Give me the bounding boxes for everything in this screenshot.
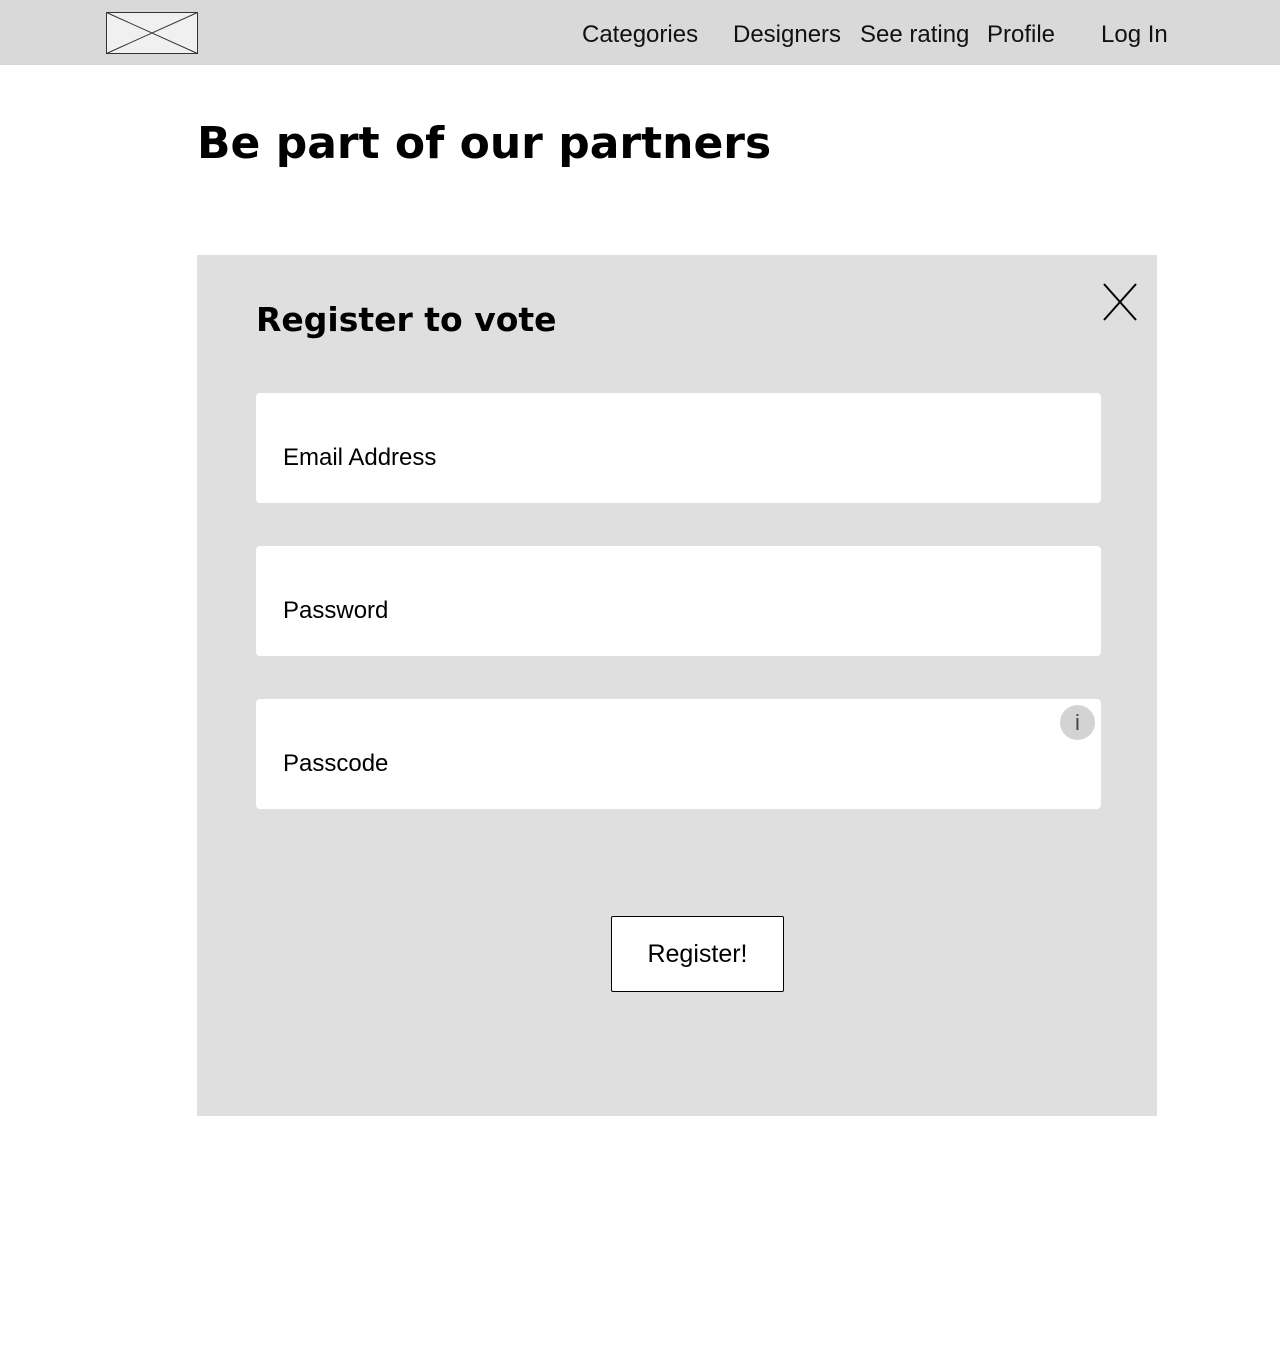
- register-modal: Register to vote i Register!: [197, 255, 1157, 1116]
- password-input[interactable]: [283, 593, 1043, 629]
- passcode-field[interactable]: i: [256, 699, 1101, 809]
- top-navbar: Categories Designers See rating Profile …: [0, 0, 1280, 65]
- logo-placeholder-icon[interactable]: [106, 12, 198, 54]
- nav-login-link[interactable]: Log In: [1101, 19, 1168, 51]
- register-button[interactable]: Register!: [611, 916, 784, 992]
- nav-designers-link[interactable]: Designers: [733, 19, 841, 51]
- nav-profile-link[interactable]: Profile: [987, 19, 1055, 51]
- page-title: Be part of our partners: [197, 118, 772, 169]
- password-field[interactable]: [256, 546, 1101, 656]
- close-icon[interactable]: [1100, 280, 1140, 324]
- modal-title: Register to vote: [256, 300, 557, 339]
- nav-categories-link[interactable]: Categories: [582, 19, 698, 51]
- passcode-input[interactable]: [283, 746, 1043, 782]
- email-input[interactable]: [283, 440, 1043, 476]
- email-field[interactable]: [256, 393, 1101, 503]
- nav-see-rating-link[interactable]: See rating: [860, 19, 969, 51]
- info-icon[interactable]: i: [1060, 705, 1095, 740]
